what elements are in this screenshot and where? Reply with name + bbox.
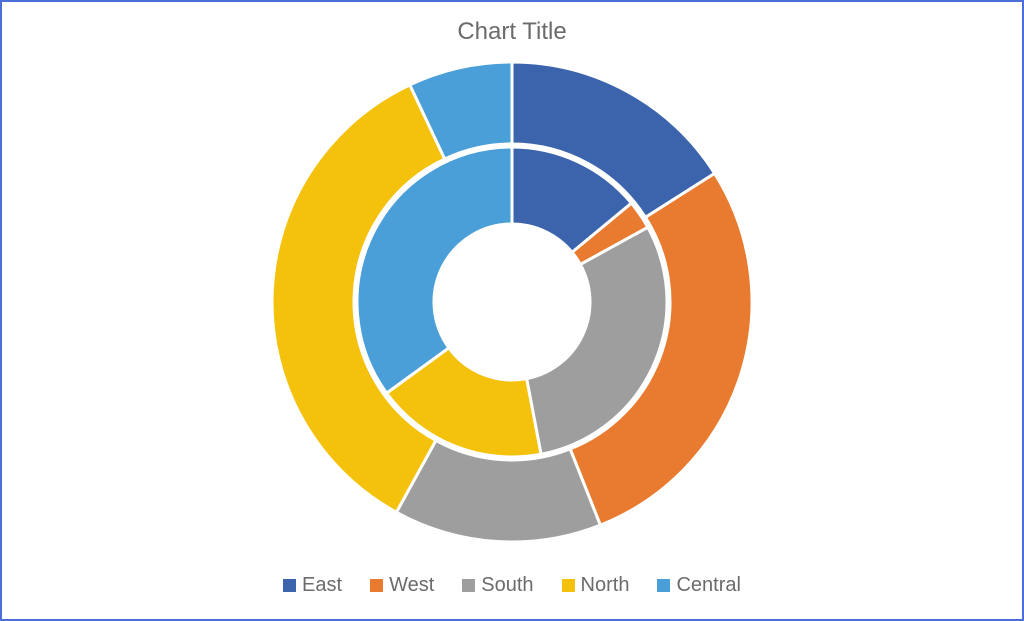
donut-svg [267, 57, 757, 547]
legend-item: Central [657, 574, 740, 597]
legend-swatch [562, 579, 575, 592]
legend-swatch [462, 579, 475, 592]
legend-label: North [581, 574, 630, 597]
legend-swatch [370, 579, 383, 592]
legend-item: North [562, 574, 630, 597]
legend-label: West [389, 574, 434, 597]
legend-swatch [283, 579, 296, 592]
legend-item: West [370, 574, 434, 597]
legend-label: Central [676, 574, 740, 597]
legend-label: South [481, 574, 533, 597]
chart-title: Chart Title [2, 18, 1022, 46]
legend: East West South North Central [2, 574, 1022, 597]
legend-swatch [657, 579, 670, 592]
donut-chart [2, 57, 1022, 547]
legend-item: South [462, 574, 533, 597]
legend-item: East [283, 574, 342, 597]
legend-label: East [302, 574, 342, 597]
chart-container: Chart Title East West South North Central [0, 0, 1024, 621]
